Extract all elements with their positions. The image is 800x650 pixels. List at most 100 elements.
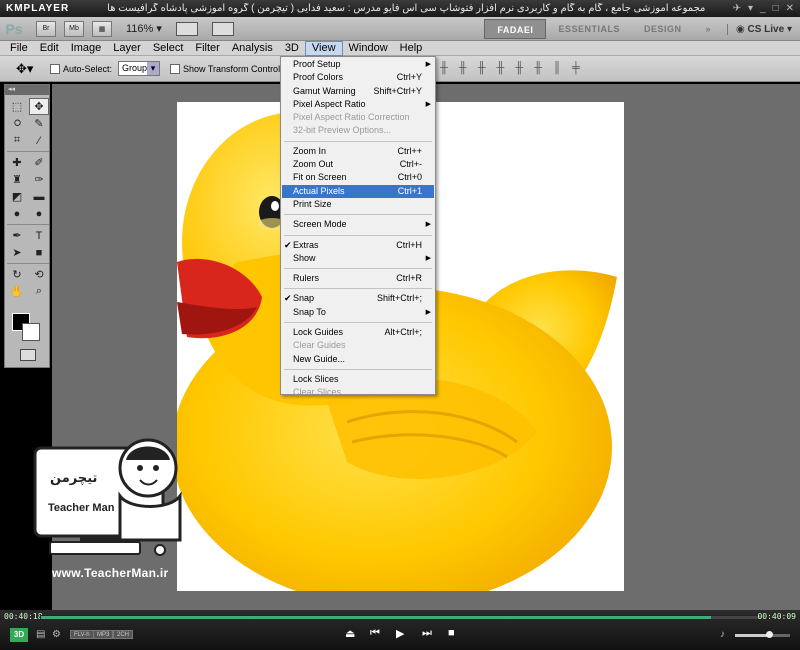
arrange-documents-icon[interactable] — [175, 21, 198, 36]
menu-analysis[interactable]: Analysis — [226, 41, 279, 56]
background-color-swatch[interactable] — [22, 323, 40, 341]
tools-panel-header[interactable]: ◂◂ — [5, 85, 49, 95]
menu-filter[interactable]: Filter — [189, 41, 225, 56]
history-brush-tool-icon[interactable]: ✑ — [29, 171, 49, 188]
lasso-tool-icon[interactable]: ഠ — [7, 115, 27, 132]
auto-select-checkbox[interactable] — [50, 63, 60, 74]
path-select-tool-icon[interactable]: ➤ — [7, 244, 27, 261]
menu-file[interactable]: File — [4, 41, 34, 56]
grid-icon: ▦ — [98, 25, 106, 33]
mini-bridge-button[interactable]: Mb — [64, 20, 84, 37]
view-menu-item-new-guide[interactable]: New Guide... — [282, 353, 434, 366]
zoom-tool-icon[interactable]: ⌕ — [29, 283, 49, 300]
quick-mask-icon[interactable] — [20, 349, 36, 361]
view-menu-item-rulers[interactable]: Rulers Ctrl+R — [282, 272, 434, 285]
teacher-persian-name: تیچرمن — [50, 470, 98, 485]
crop-tool-icon[interactable]: ⌗ — [7, 132, 27, 149]
menu-window[interactable]: Window — [343, 41, 394, 56]
seek-bar[interactable] — [40, 615, 762, 620]
screen-mode-icon[interactable] — [211, 21, 234, 36]
view-menu-item-show[interactable]: Show ▶ — [282, 252, 434, 265]
view-menu-item-snap-to[interactable]: Snap To ▶ — [282, 306, 434, 319]
marquee-tool-icon[interactable]: ⬚ — [7, 98, 27, 115]
dodge-tool-icon[interactable]: ● — [29, 205, 49, 222]
workspace-fadaei[interactable]: FADAEI — [484, 19, 547, 39]
clone-stamp-tool-icon[interactable]: ♜ — [7, 171, 27, 188]
hand-tool-icon[interactable]: ✋ — [7, 283, 27, 300]
view-extras-button[interactable]: ▦ — [92, 20, 112, 37]
eraser-tool-icon[interactable]: ◩ — [7, 188, 27, 205]
view-menu-item-actual-pixels[interactable]: Actual Pixels Ctrl+1 — [282, 184, 434, 198]
show-transform-checkbox[interactable] — [170, 63, 181, 74]
blur-tool-icon[interactable]: ● — [7, 205, 27, 222]
teacher-website: www.TeacherMan.ir — [52, 566, 169, 580]
volume-knob[interactable] — [766, 631, 773, 638]
maximize-icon[interactable]: □ — [773, 3, 779, 14]
menu-layer[interactable]: Layer — [107, 41, 147, 56]
eyedropper-tool-icon[interactable]: ⁄ — [29, 132, 49, 149]
cs-live-button[interactable]: ◉ CS Live ▾ — [726, 23, 800, 35]
view-menu-item-shortcut: Ctrl+- — [399, 159, 422, 170]
view-menu-item-zoom-out[interactable]: Zoom Out Ctrl+- — [282, 158, 434, 171]
3d-orbit-tool-icon[interactable]: ⟲ — [29, 266, 49, 283]
gradient-tool-icon[interactable]: ▬ — [29, 188, 49, 205]
previous-icon[interactable]: ⏮ — [370, 627, 380, 640]
brush-tool-icon[interactable]: ✐ — [29, 154, 49, 171]
workspace-essentials[interactable]: ESSENTIALS — [546, 24, 632, 34]
view-menu-item-proof-setup[interactable]: Proof Setup ▶ — [282, 58, 434, 71]
audio-codec-badge: MP3 — [93, 630, 114, 639]
view-menu-item-lock-guides[interactable]: Lock Guides Alt+Ctrl+; — [282, 326, 434, 339]
window-controls: ✈ ▾ _ □ ✕ — [733, 3, 800, 14]
view-menu-item-label: Actual Pixels — [293, 185, 345, 196]
type-tool-icon[interactable]: T — [29, 227, 49, 244]
zoom-level-dropdown[interactable]: 116% ▾ — [126, 22, 162, 35]
menu-separator — [284, 234, 432, 236]
menu-help[interactable]: Help — [394, 41, 429, 56]
3d-rotate-tool-icon[interactable]: ↻ — [7, 266, 27, 283]
pin-icon[interactable]: ✈ — [733, 3, 741, 14]
menu-icon[interactable]: ▾ — [748, 3, 753, 14]
next-icon[interactable]: ⏭ — [422, 627, 432, 640]
view-menu-item-zoom-in[interactable]: Zoom In Ctrl++ — [282, 145, 434, 158]
view-menu-item-pixel-aspect-ratio[interactable]: Pixel Aspect Ratio ▶ — [282, 98, 434, 111]
bridge-button[interactable]: Br — [36, 20, 56, 37]
view-menu-item-gamut-warning[interactable]: Gamut Warning Shift+Ctrl+Y — [282, 85, 434, 98]
menu-image[interactable]: Image — [65, 41, 108, 56]
stop-icon[interactable]: ■ — [448, 627, 455, 639]
view-menu-item-lock-slices[interactable]: Lock Slices — [282, 373, 434, 386]
settings-icon[interactable]: ⚙ — [52, 629, 61, 640]
view-menu-dropdown: Proof Setup ▶ Proof Colors Ctrl+Y Gamut Warn… — [280, 56, 436, 397]
volume-icon[interactable]: ♪ — [720, 629, 725, 640]
workspace-design[interactable]: DESIGN — [632, 24, 694, 34]
3d-mode-button[interactable]: 3D — [10, 628, 28, 642]
view-menu-item-fit-on-screen[interactable]: Fit on Screen Ctrl+0 — [282, 171, 434, 184]
pen-tool-icon[interactable]: ✒ — [7, 227, 27, 244]
move-tool-preset-icon[interactable]: ✥▾ — [0, 61, 50, 77]
menu-3d[interactable]: 3D — [279, 41, 305, 56]
view-menu-item-print-size[interactable]: Print Size — [282, 198, 434, 211]
minimize-icon[interactable]: _ — [760, 3, 766, 14]
view-menu-item-label: Zoom Out — [293, 159, 334, 170]
kmplayer-controls: 00:40:18 00:40:09 3D ▤ ⚙ FLV-h MP3 2CH ⏏… — [0, 610, 800, 650]
shape-tool-icon[interactable]: ■ — [29, 244, 49, 261]
volume-slider[interactable] — [735, 631, 790, 638]
menu-view[interactable]: View — [304, 40, 343, 56]
close-icon[interactable]: ✕ — [786, 3, 794, 14]
eject-icon[interactable]: ⏏ — [345, 627, 355, 640]
view-menu-item-shortcut: Ctrl+Y — [396, 72, 422, 83]
view-menu-item-label: 32-bit Preview Options... — [293, 125, 392, 136]
move-tool-icon[interactable]: ✥ — [29, 98, 49, 115]
menu-select[interactable]: Select — [147, 41, 190, 56]
play-icon[interactable]: ▶ — [396, 627, 404, 640]
view-menu-item-screen-mode[interactable]: Screen Mode ▶ — [282, 218, 434, 231]
playlist-icon[interactable]: ▤ — [36, 629, 45, 640]
view-menu-item-snap[interactable]: ✔ Snap Shift+Ctrl+; — [282, 292, 434, 305]
quick-select-tool-icon[interactable]: ✎ — [29, 115, 49, 132]
view-menu-item-extras[interactable]: ✔ Extras Ctrl+H — [282, 239, 434, 252]
more-workspaces-icon[interactable]: » — [693, 24, 723, 34]
menu-edit[interactable]: Edit — [34, 41, 65, 56]
view-menu-item-proof-colors[interactable]: Proof Colors Ctrl+Y — [282, 71, 434, 84]
align-distribute-icons[interactable]: ╫ ╫ ╫ ╫ ╫ ╫ ║ ╪ — [440, 62, 584, 74]
auto-select-dropdown[interactable]: Group — [118, 61, 161, 76]
healing-brush-tool-icon[interactable]: ✚ — [7, 154, 27, 171]
